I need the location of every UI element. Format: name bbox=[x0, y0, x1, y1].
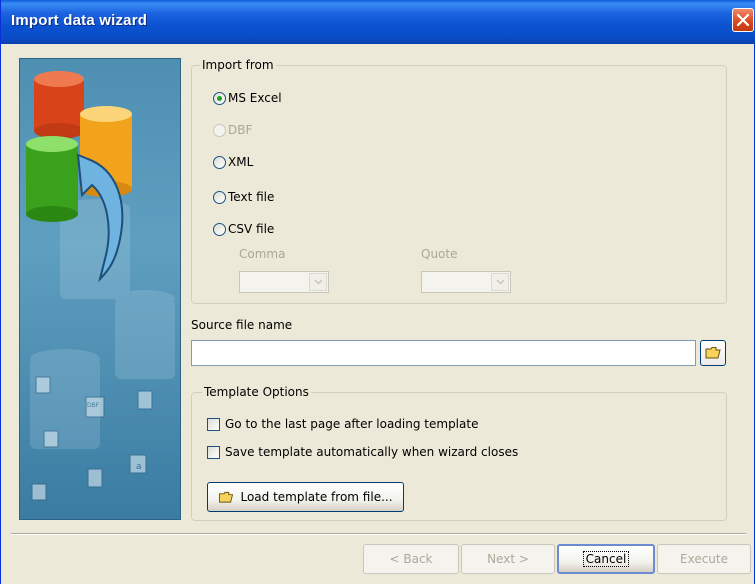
goto-last-page-checkbox[interactable]: Go to the last page after loading templa… bbox=[207, 415, 478, 433]
folder-icon bbox=[705, 347, 721, 359]
radio-xml[interactable]: XML bbox=[213, 153, 253, 171]
browse-file-button[interactable] bbox=[700, 340, 726, 366]
radio-label: XML bbox=[228, 155, 254, 169]
load-template-label: Load template from file... bbox=[240, 490, 393, 504]
checkbox-label: Go to the last page after loading templa… bbox=[225, 417, 479, 431]
comma-dropdown-arrow bbox=[309, 273, 327, 291]
svg-text:a: a bbox=[136, 462, 142, 472]
quote-label: Quote bbox=[421, 247, 458, 261]
close-button[interactable] bbox=[732, 8, 754, 32]
wizard-banner-image: DBF a bbox=[19, 58, 181, 520]
execute-button: Execute bbox=[657, 544, 751, 574]
chevron-down-icon bbox=[314, 279, 323, 285]
radio-csv-file[interactable]: CSV file bbox=[213, 220, 274, 238]
svg-text:DBF: DBF bbox=[87, 402, 100, 409]
database-illustration: DBF a bbox=[26, 71, 175, 501]
source-file-input[interactable] bbox=[191, 340, 696, 366]
radio-label: CSV file bbox=[228, 222, 275, 236]
quote-dropdown-arrow bbox=[491, 273, 509, 291]
back-button: < Back bbox=[363, 544, 459, 574]
cancel-button[interactable]: Cancel bbox=[557, 544, 655, 574]
close-icon bbox=[737, 14, 749, 26]
save-template-checkbox[interactable]: Save template automatically when wizard … bbox=[207, 443, 518, 461]
checkbox[interactable] bbox=[207, 417, 220, 431]
radio-button[interactable] bbox=[213, 91, 226, 105]
back-label: < Back bbox=[389, 552, 433, 566]
radio-ms-excel[interactable]: MS Excel bbox=[213, 89, 282, 107]
radio-button[interactable] bbox=[213, 190, 226, 204]
radio-dbf: DBF bbox=[213, 121, 252, 139]
radio-button bbox=[213, 123, 226, 137]
radio-button[interactable] bbox=[213, 222, 226, 236]
footer-separator bbox=[11, 533, 746, 535]
chevron-down-icon bbox=[496, 279, 505, 285]
radio-label: Text file bbox=[228, 190, 275, 204]
comma-label: Comma bbox=[239, 247, 286, 261]
load-template-button[interactable]: Load template from file... bbox=[207, 482, 404, 512]
checkbox-label: Save template automatically when wizard … bbox=[225, 445, 519, 459]
folder-icon bbox=[219, 491, 234, 503]
import-data-wizard-window: Import data wizard DBF a Import from MS … bbox=[0, 0, 755, 584]
comma-select bbox=[239, 271, 329, 293]
next-button: Next > bbox=[461, 544, 555, 574]
radio-text-file[interactable]: Text file bbox=[213, 188, 274, 206]
template-options-label: Template Options bbox=[202, 385, 311, 399]
execute-label: Execute bbox=[680, 552, 728, 566]
radio-label: DBF bbox=[228, 123, 253, 137]
cancel-label: Cancel bbox=[582, 551, 630, 567]
next-label: Next > bbox=[487, 552, 529, 566]
import-from-label: Import from bbox=[200, 58, 276, 72]
radio-button[interactable] bbox=[213, 155, 226, 169]
source-file-label: Source file name bbox=[191, 318, 293, 332]
quote-select bbox=[421, 271, 511, 293]
window-title: Import data wizard bbox=[11, 12, 148, 29]
radio-label: MS Excel bbox=[228, 91, 282, 105]
title-bar[interactable]: Import data wizard bbox=[1, 0, 755, 44]
checkbox[interactable] bbox=[207, 445, 220, 459]
